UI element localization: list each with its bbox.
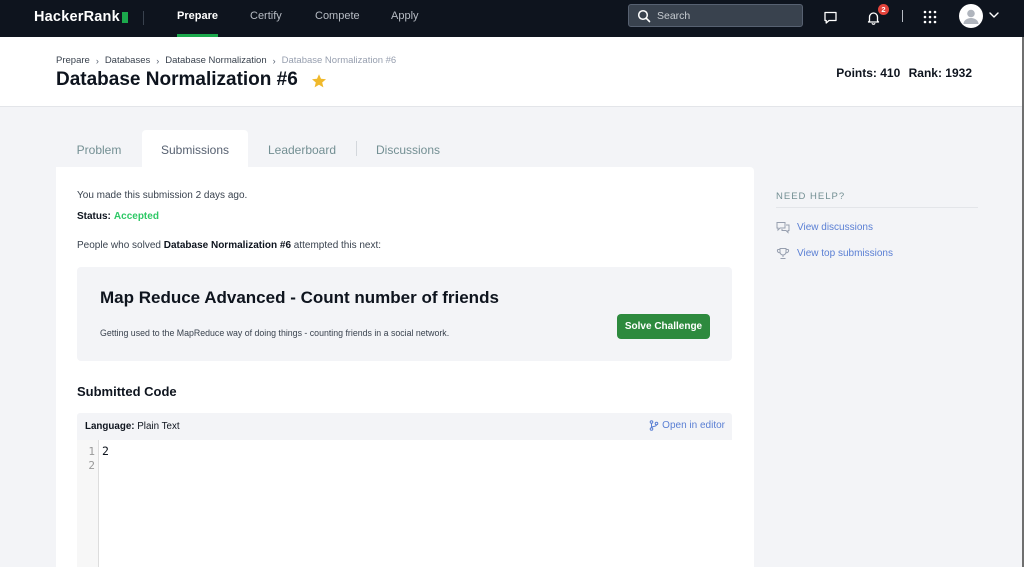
- open-in-editor-link[interactable]: Open in editor: [649, 420, 725, 431]
- language-key: Language:: [85, 421, 135, 432]
- line-number-gutter: 1 2: [77, 440, 99, 567]
- chevron-right-icon: ›: [95, 55, 99, 66]
- need-help-heading: NEED HELP?: [776, 191, 846, 202]
- notification-badge: 2: [878, 4, 889, 15]
- submission-time: You made this submission 2 days ago.: [77, 190, 248, 201]
- next-challenge-description: Getting used to the MapReduce way of doi…: [100, 328, 450, 338]
- code-toolbar: Language: Plain Text Open in editor: [77, 413, 732, 440]
- breadcrumb-databases[interactable]: Databases: [105, 55, 150, 66]
- view-discussions-link[interactable]: View discussions: [776, 221, 873, 234]
- page-header: Prepare › Databases › Database Normaliza…: [0, 37, 1024, 107]
- submission-card: You made this submission 2 days ago. Sta…: [56, 167, 754, 567]
- search-box[interactable]: [628, 4, 803, 27]
- language-label: Language: Plain Text: [85, 421, 180, 432]
- submission-status: Status: Accepted: [77, 211, 159, 222]
- next-challenge-card: Map Reduce Advanced - Count number of fr…: [77, 267, 732, 361]
- code-line: 2: [102, 444, 109, 458]
- nav-divider: [902, 10, 903, 22]
- search-icon: [637, 9, 651, 23]
- breadcrumb-current: Database Normalization #6: [281, 55, 397, 66]
- tab-divider: [356, 141, 357, 156]
- apps-menu-button[interactable]: [920, 7, 940, 27]
- next-challenge-title[interactable]: Map Reduce Advanced - Count number of fr…: [100, 288, 499, 308]
- status-badge: Accepted: [113, 211, 159, 222]
- discussion-icon: [776, 222, 790, 234]
- solve-challenge-button[interactable]: Solve Challenge: [617, 314, 710, 339]
- solved-prefix: People who solved: [77, 240, 161, 251]
- tab-discussions[interactable]: Discussions: [358, 130, 458, 168]
- nav-link-certify[interactable]: Certify: [250, 0, 282, 37]
- rank-value: Rank: 1932: [908, 66, 972, 80]
- solved-challenge-name: Database Normalization #6: [163, 240, 291, 251]
- chevron-right-icon: ›: [272, 55, 276, 66]
- chevron-down-icon[interactable]: [988, 9, 1000, 21]
- view-discussions-label: View discussions: [797, 222, 873, 233]
- page-title: Database Normalization #6: [56, 69, 298, 90]
- hackerrank-logo[interactable]: HackerRank: [34, 9, 128, 25]
- breadcrumb-prepare[interactable]: Prepare: [56, 55, 90, 66]
- line-number: 1: [88, 445, 95, 458]
- nav-link-prepare[interactable]: Prepare: [177, 0, 218, 37]
- view-top-submissions-link[interactable]: View top submissions: [776, 247, 893, 260]
- breadcrumb-database-normalization[interactable]: Database Normalization: [165, 55, 266, 66]
- line-number: 2: [88, 459, 95, 472]
- breadcrumb: Prepare › Databases › Database Normaliza…: [56, 55, 396, 66]
- solved-next-text: People who solved Database Normalization…: [77, 240, 381, 251]
- chat-icon: [823, 11, 837, 24]
- chevron-right-icon: ›: [156, 55, 160, 66]
- open-in-editor-label: Open in editor: [662, 420, 725, 431]
- avatar[interactable]: [959, 4, 983, 28]
- trophy-icon: [776, 248, 790, 259]
- code-viewer[interactable]: 1 2 2: [77, 440, 732, 567]
- help-divider: [776, 207, 978, 208]
- logo-mark-icon: [121, 11, 128, 23]
- nav-divider: [143, 11, 144, 25]
- tab-leaderboard[interactable]: Leaderboard: [250, 130, 354, 168]
- language-value: Plain Text: [137, 421, 180, 432]
- view-top-submissions-label: View top submissions: [797, 248, 893, 259]
- points-value: Points: 410: [836, 66, 901, 80]
- branch-icon: [649, 420, 659, 431]
- user-stats: Points: 410 Rank: 1932: [831, 66, 972, 80]
- star-icon[interactable]: [311, 73, 327, 89]
- logo-text: HackerRank: [34, 9, 120, 25]
- submitted-code-heading: Submitted Code: [77, 384, 177, 399]
- status-label: Status:: [77, 211, 111, 222]
- tab-problem[interactable]: Problem: [56, 130, 142, 168]
- tab-submissions[interactable]: Submissions: [142, 130, 248, 168]
- user-icon: [963, 9, 979, 24]
- grid-icon: [923, 10, 937, 24]
- nav-link-compete[interactable]: Compete: [315, 0, 360, 37]
- search-input[interactable]: [657, 8, 797, 23]
- solved-suffix: attempted this next:: [293, 240, 382, 251]
- top-navbar: HackerRank Prepare Certify Compete Apply…: [0, 0, 1024, 37]
- nav-link-apply[interactable]: Apply: [391, 0, 419, 37]
- messages-button[interactable]: [820, 7, 840, 27]
